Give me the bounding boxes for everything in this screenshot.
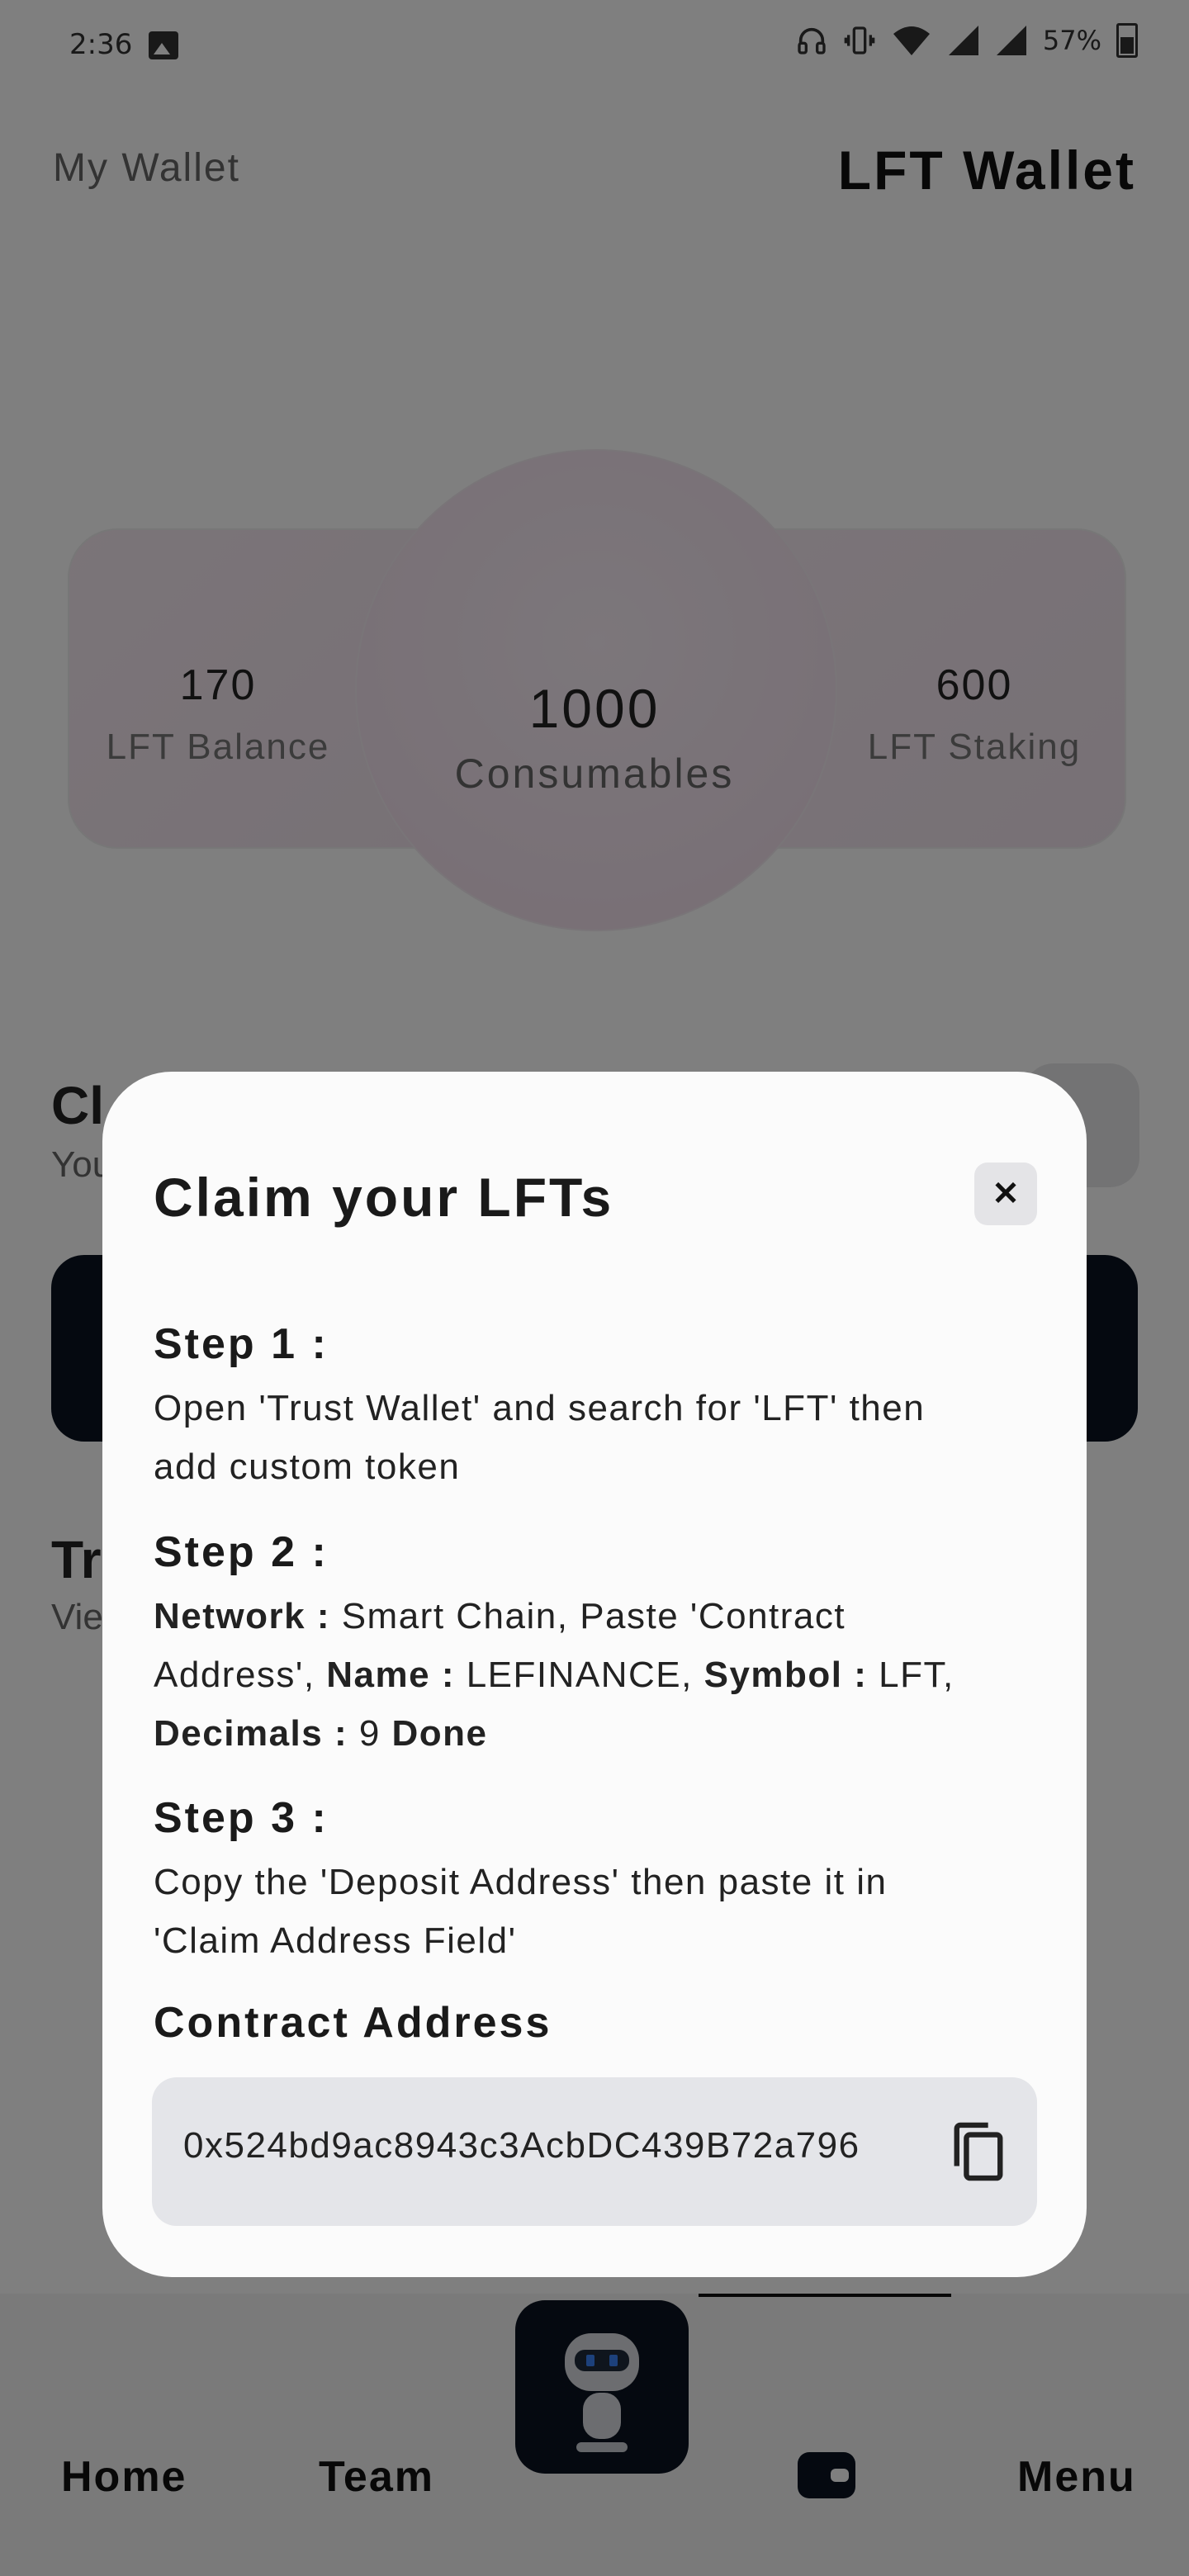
step1-heading: Step 1 : <box>154 1320 329 1368</box>
modal-title: Claim your LFTs <box>154 1167 614 1228</box>
step2-heading: Step 2 : <box>154 1528 329 1576</box>
network-label: Network : <box>154 1596 330 1636</box>
decimals-text: 9 <box>348 1713 392 1754</box>
step3-heading: Step 3 : <box>154 1794 329 1842</box>
contract-address-value: 0x524bd9ac8943c3AcbDC439B72a796 <box>183 2125 860 2166</box>
symbol-label: Symbol : <box>703 1655 868 1695</box>
step2-text: Network : Smart Chain, Paste 'Contract A… <box>154 1587 988 1763</box>
symbol-text: LFT, <box>867 1655 955 1695</box>
decimals-label: Decimals : <box>154 1713 348 1754</box>
name-text: LEFINANCE, <box>454 1655 704 1695</box>
contract-address-heading: Contract Address <box>154 1999 552 2047</box>
copy-icon[interactable] <box>950 2120 1007 2183</box>
contract-address-field[interactable]: 0x524bd9ac8943c3AcbDC439B72a796 <box>152 2077 1037 2226</box>
step3-text: Copy the 'Deposit Address' then paste it… <box>154 1862 888 1961</box>
close-icon: ✕ <box>992 1176 1020 1212</box>
close-button[interactable]: ✕ <box>974 1163 1037 1225</box>
done-label: Done <box>391 1713 488 1754</box>
step1-text: Open 'Trust Wallet' and search for 'LFT'… <box>154 1388 926 1487</box>
name-label: Name : <box>326 1655 455 1695</box>
